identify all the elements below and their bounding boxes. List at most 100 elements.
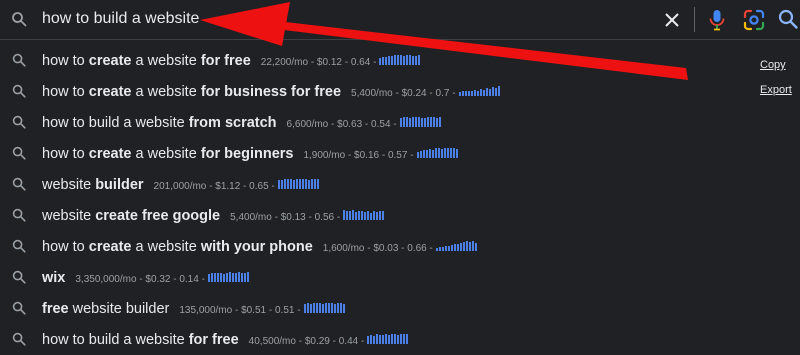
- trend-bar: [367, 210, 370, 220]
- trend-bar: [303, 303, 306, 313]
- trend-bar: [289, 178, 292, 189]
- trend-bar: [376, 211, 379, 220]
- trend-bar: [339, 302, 342, 313]
- trend-bar: [468, 241, 471, 251]
- trend-bar: [210, 272, 213, 282]
- trend-bar: [422, 149, 425, 158]
- export-link[interactable]: Export: [760, 84, 792, 96]
- trend-bar: [479, 88, 482, 96]
- suggestion-row[interactable]: how to create a website for business for…: [0, 76, 800, 107]
- search-submit-icon[interactable]: [777, 8, 799, 30]
- trend-bar: [482, 89, 485, 96]
- suggestion-part: how to: [42, 83, 89, 100]
- trend-bar: [400, 54, 403, 65]
- suggestion-list: how to create a website for free 22,200/m…: [0, 45, 800, 355]
- trend-bar: [399, 117, 402, 127]
- trend-bar: [246, 271, 249, 282]
- suggestion-text: how to create a website for business for…: [42, 84, 500, 100]
- trend-bar: [426, 116, 429, 127]
- trend-bar: [333, 303, 336, 313]
- trend-bar: [343, 209, 346, 220]
- suggestion-bold-part: for beginners: [200, 145, 294, 162]
- mic-icon[interactable]: [706, 8, 728, 32]
- suggestion-text: how to build a website for free 40,500/mo…: [42, 331, 409, 348]
- trend-sparkline: [435, 240, 477, 251]
- trend-bar: [283, 178, 286, 189]
- trend-bar: [488, 88, 491, 96]
- trend-bar: [435, 117, 438, 127]
- keyword-stats: 5,400/mo - $0.13 - 0.56 -: [230, 211, 341, 223]
- trend-bar: [467, 90, 470, 96]
- trend-bar: [388, 55, 391, 65]
- trend-bar: [388, 334, 391, 344]
- suggestion-text: website create free google 5,400/mo - $0.…: [42, 207, 385, 224]
- suggestion-text: how to build a website from scratch 6,600…: [42, 115, 441, 131]
- suggestion-part: how to build a website: [42, 331, 189, 348]
- search-icon: [12, 301, 26, 315]
- trend-bar: [465, 240, 468, 251]
- trend-sparkline: [303, 302, 345, 313]
- suggestion-row[interactable]: how to create a website with your phone 1…: [0, 231, 800, 262]
- search-bar: how to build a website: [0, 0, 800, 40]
- trend-bar: [476, 90, 479, 96]
- trend-bar: [429, 116, 432, 127]
- trend-bar: [397, 334, 400, 344]
- trend-bar: [310, 178, 313, 189]
- trend-bar: [423, 117, 426, 127]
- trend-bar: [412, 55, 415, 65]
- trend-bar: [216, 272, 219, 282]
- trend-sparkline: [343, 209, 385, 220]
- trend-bar: [342, 303, 345, 313]
- trend-bar: [376, 333, 379, 344]
- trend-bar: [309, 303, 312, 313]
- trend-bar: [491, 86, 494, 96]
- suggestion-text: free website builder 135,000/mo - $0.51 -…: [42, 301, 345, 317]
- suggestion-bold-part: for free: [200, 52, 251, 69]
- suggestion-bold-part: builder: [95, 176, 144, 193]
- trend-bar: [441, 246, 444, 251]
- suggestion-bold-part: with your phone: [200, 238, 313, 255]
- trend-bar: [459, 242, 462, 251]
- suggestion-row[interactable]: website create free google 5,400/mo - $0.…: [0, 200, 800, 231]
- trend-bar: [324, 302, 327, 313]
- divider: [694, 7, 695, 32]
- search-icon: [12, 177, 26, 191]
- trend-bar: [315, 302, 318, 313]
- trend-bar: [379, 57, 382, 65]
- keyword-stats: 5,400/mo - $0.24 - 0.7 -: [351, 87, 456, 99]
- trend-bar: [455, 148, 458, 158]
- trend-bar: [370, 334, 373, 344]
- suggestion-part: a website: [131, 145, 201, 162]
- suggestion-row[interactable]: website builder 201,000/mo - $1.12 - 0.65…: [0, 169, 800, 200]
- trend-bar: [382, 56, 385, 65]
- keyword-stats: 1,900/mo - $0.16 - 0.57 -: [303, 149, 414, 161]
- trend-sparkline: [277, 178, 319, 189]
- trend-bar: [406, 333, 409, 344]
- trend-bar: [391, 333, 394, 344]
- suggestion-row[interactable]: wix 3,350,000/mo - $0.32 - 0.14 -: [0, 262, 800, 293]
- trend-bar: [352, 209, 355, 220]
- suggestion-row[interactable]: how to create a website for beginners 1,9…: [0, 138, 800, 169]
- search-icon: [12, 239, 26, 253]
- trend-bar: [409, 54, 412, 65]
- trend-bar: [277, 179, 280, 189]
- close-icon[interactable]: [662, 10, 682, 30]
- suggestion-row[interactable]: how to build a website for free 40,500/mo…: [0, 324, 800, 355]
- suggestion-part: how to build a website: [42, 114, 189, 131]
- suggestion-text: how to create a website for free 22,200/m…: [42, 52, 421, 69]
- trend-bar: [411, 116, 414, 127]
- suggestion-part: website: [42, 207, 96, 224]
- trend-bar: [425, 149, 428, 158]
- camera-lens-icon[interactable]: [742, 8, 766, 32]
- trend-bar: [474, 242, 477, 251]
- trend-bar: [437, 147, 440, 158]
- suggestion-row[interactable]: free website builder 135,000/mo - $0.51 -…: [0, 293, 800, 324]
- suggestion-row[interactable]: how to build a website from scratch 6,600…: [0, 107, 800, 138]
- copy-link[interactable]: Copy: [760, 59, 786, 71]
- search-icon: [12, 208, 26, 222]
- trend-bar: [313, 178, 316, 189]
- suggestion-row[interactable]: how to create a website for free 22,200/m…: [0, 45, 800, 76]
- search-input[interactable]: how to build a website: [42, 10, 199, 28]
- trend-bar: [461, 90, 464, 96]
- trend-bar: [373, 335, 376, 344]
